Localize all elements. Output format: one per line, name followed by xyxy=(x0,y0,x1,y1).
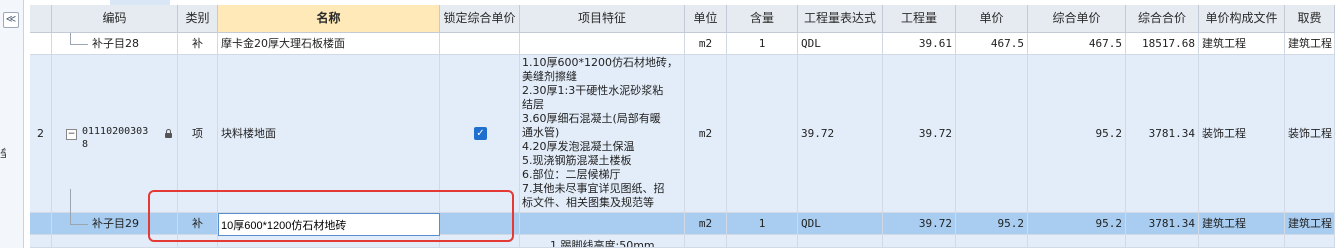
row-name[interactable]: 摩卡金20厚大理石板楼面 xyxy=(218,33,440,55)
lock-icon xyxy=(165,129,172,138)
row-fee[interactable] xyxy=(1285,235,1335,248)
row-content[interactable]: 1 xyxy=(727,33,798,55)
row-feature[interactable]: 1.踢脚线高度:50mm xyxy=(520,235,685,248)
row-feature-text: 1.10厚600*1200仿石材地砖， 美缝剂擦缝 2.30厚1:3干硬性水泥砂… xyxy=(522,56,678,209)
row-price-file[interactable] xyxy=(1199,235,1285,248)
row-code[interactable] xyxy=(52,235,178,248)
row-fee[interactable]: 建筑工程 xyxy=(1285,33,1335,55)
header-expr[interactable]: 工程量表达式 xyxy=(798,5,883,33)
lock-price-checkbox[interactable]: ✓ xyxy=(474,127,487,140)
row-content[interactable] xyxy=(727,235,798,248)
row-qty[interactable] xyxy=(883,235,956,248)
header-lock-price[interactable]: 锁定综合单价 xyxy=(440,5,520,33)
row-expr[interactable]: QDL xyxy=(798,33,883,55)
row-lock-price[interactable]: ✓ xyxy=(440,55,520,213)
row-fee[interactable]: 建筑工程 xyxy=(1285,213,1335,235)
row-comp-total[interactable]: 18517.68 xyxy=(1126,33,1199,55)
row-price[interactable]: 467.5 xyxy=(956,33,1028,55)
row-unit[interactable]: m2 xyxy=(685,213,727,235)
row-lock-price[interactable] xyxy=(440,235,520,248)
row-unit[interactable]: m2 xyxy=(685,55,727,213)
row-content[interactable]: 1 xyxy=(727,213,798,235)
header-code[interactable]: 编码 xyxy=(52,5,178,33)
row-name[interactable] xyxy=(218,235,440,248)
header-feature[interactable]: 项目特征 xyxy=(520,5,685,33)
row-expr[interactable]: 39.72 xyxy=(798,55,883,213)
header-category[interactable]: 类别 xyxy=(178,5,218,33)
header-content[interactable]: 含量 xyxy=(727,5,798,33)
collapse-panel-button[interactable]: ≪ xyxy=(3,12,19,28)
tree-line xyxy=(70,189,71,224)
row-unit[interactable] xyxy=(685,235,727,248)
row-price[interactable]: 95.2 xyxy=(956,213,1028,235)
row-category[interactable]: 补 xyxy=(178,33,218,55)
row-qty[interactable]: 39.72 xyxy=(883,55,956,213)
row-category[interactable]: 项 xyxy=(178,55,218,213)
row-category[interactable] xyxy=(178,235,218,248)
row-expr[interactable] xyxy=(798,235,883,248)
row-category[interactable]: 补 xyxy=(178,213,218,235)
row-comp-price[interactable]: 467.5 xyxy=(1028,33,1126,55)
row-expr[interactable]: QDL xyxy=(798,213,883,235)
row-price[interactable] xyxy=(956,235,1028,248)
row-content[interactable] xyxy=(727,55,798,213)
row-index xyxy=(30,213,52,235)
header-unit[interactable]: 单位 xyxy=(685,5,727,33)
row-qty[interactable]: 39.61 xyxy=(883,33,956,55)
row-price-file[interactable]: 装饰工程 xyxy=(1199,55,1285,213)
header-comp-total[interactable]: 综合合价 xyxy=(1126,5,1199,33)
header-price-file[interactable]: 单价构成文件 xyxy=(1199,5,1285,33)
row-price-file[interactable]: 建筑工程 xyxy=(1199,213,1285,235)
row-comp-total[interactable]: 3781.34 xyxy=(1126,55,1199,213)
row-comp-total[interactable]: 3781.34 xyxy=(1126,213,1199,235)
header-qty[interactable]: 工程量 xyxy=(883,5,956,33)
tree-line xyxy=(70,44,88,45)
name-edit-input[interactable] xyxy=(218,213,440,236)
row-comp-price[interactable]: 95.2 xyxy=(1028,55,1126,213)
row-price[interactable] xyxy=(956,55,1028,213)
left-side-panel: ≪ 垒 xyxy=(0,0,24,248)
row-comp-price[interactable]: 95.2 xyxy=(1028,213,1126,235)
header-price[interactable]: 单价 xyxy=(956,5,1028,33)
row-lock-price[interactable] xyxy=(440,213,520,235)
header-index[interactable] xyxy=(30,5,52,33)
row-lock-price[interactable] xyxy=(440,33,520,55)
row-feature[interactable] xyxy=(520,33,685,55)
header-comp-price[interactable]: 综合单价 xyxy=(1028,5,1126,33)
header-name[interactable]: 名称 xyxy=(218,5,440,33)
row-comp-total[interactable] xyxy=(1126,235,1199,248)
row-code-line2: 8 xyxy=(82,139,89,150)
tree-line xyxy=(70,224,88,225)
row-unit[interactable]: m2 xyxy=(685,33,727,55)
row-price-file[interactable]: 建筑工程 xyxy=(1199,33,1285,55)
row-comp-price[interactable] xyxy=(1028,235,1126,248)
row-name[interactable]: 块料楼地面 xyxy=(218,55,440,213)
row-index xyxy=(30,33,52,55)
row-index xyxy=(30,235,52,248)
row-feature[interactable] xyxy=(520,213,685,235)
collapse-node-icon[interactable]: − xyxy=(66,129,77,140)
row-code-line1: 01110200303 xyxy=(82,126,149,137)
side-panel-text: 垒 xyxy=(0,147,6,160)
row-qty[interactable]: 39.72 xyxy=(883,213,956,235)
row-index: 2 xyxy=(30,55,52,213)
row-fee[interactable]: 装饰工程 xyxy=(1285,55,1335,213)
header-fee[interactable]: 取费 xyxy=(1285,5,1335,33)
